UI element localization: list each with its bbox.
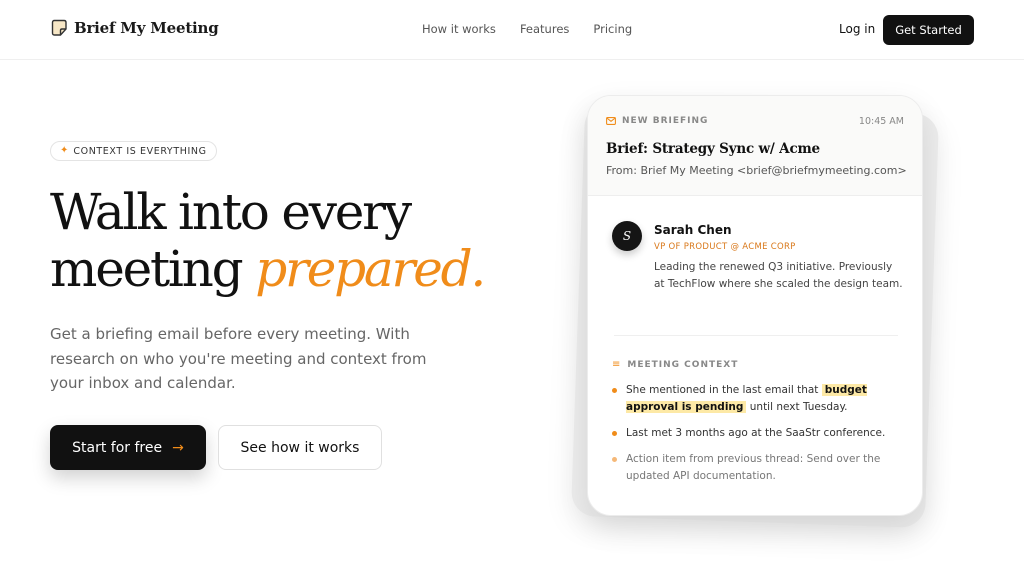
nav-features[interactable]: Features [520,22,569,36]
briefing-email-card: NEW BRIEFING 10:45 AM Brief: Strategy Sy… [587,95,923,516]
list-icon: ≡ [612,359,621,370]
see-how-it-works-button[interactable]: See how it works [218,425,382,470]
badge-label: CONTEXT IS EVERYTHING [73,145,207,157]
list-item: She mentioned in the last email that bud… [612,382,902,416]
start-button-label: Start for free [72,439,163,456]
sparkle-icon: ✦ [60,145,69,156]
bullet-dot [612,431,617,436]
email-from: From: Brief My Meeting <brief@briefmymee… [606,164,907,177]
hero-headline: Walk into every meeting prepared. [50,183,486,298]
bullet-text: She mentioned in the last email that [626,384,822,396]
mail-icon [606,117,616,125]
avatar: S [612,221,642,251]
person-bio: Leading the renewed Q3 initiative. Previ… [654,261,903,290]
brand-name: Brief My Meeting [74,19,219,37]
list-item: Action item from previous thread: Send o… [612,451,902,485]
new-briefing-text: NEW BRIEFING [622,116,709,126]
divider [614,335,898,336]
context-badge: ✦ CONTEXT IS EVERYTHING [50,141,217,161]
email-time: 10:45 AM [858,116,904,127]
nav-how-it-works[interactable]: How it works [422,22,496,36]
list-item: Last met 3 months ago at the SaaStr conf… [612,425,902,442]
person-title: VP OF PRODUCT @ ACME CORP [654,242,796,252]
site-header: Brief My Meeting How it works Features P… [0,0,1024,60]
bullet-text: Action item from previous thread: Send o… [626,453,881,482]
bullet-text: Last met 3 months ago at the SaaStr conf… [626,427,886,439]
headline-accent: prepared. [255,240,486,298]
hero-subtext: Get a briefing email before every meetin… [50,325,427,392]
context-list: She mentioned in the last email that bud… [612,382,902,494]
bullet-dot [612,388,617,393]
new-briefing-label: NEW BRIEFING [606,116,708,126]
headline-line-2: meeting [50,240,256,298]
headline-line-1: Walk into every [50,183,412,241]
arrow-right-icon: → [172,439,184,456]
meeting-context-text: MEETING CONTEXT [627,360,739,370]
person-name: Sarah Chen [654,223,732,237]
main-nav: How it works Features Pricing [422,22,632,36]
email-subject: Brief: Strategy Sync w/ Acme [606,141,820,157]
brand-logo[interactable]: Brief My Meeting [50,19,219,37]
nav-pricing[interactable]: Pricing [593,22,632,36]
get-started-button[interactable]: Get Started [883,15,974,45]
bullet-text: until next Tuesday. [746,401,848,413]
meeting-context-label: ≡ MEETING CONTEXT [612,359,739,371]
login-link[interactable]: Log in [839,22,875,36]
document-note-icon [51,19,67,36]
start-for-free-button[interactable]: Start for free → [50,425,206,470]
email-header: NEW BRIEFING 10:45 AM Brief: Strategy Sy… [588,96,922,196]
bullet-dot [612,457,617,462]
